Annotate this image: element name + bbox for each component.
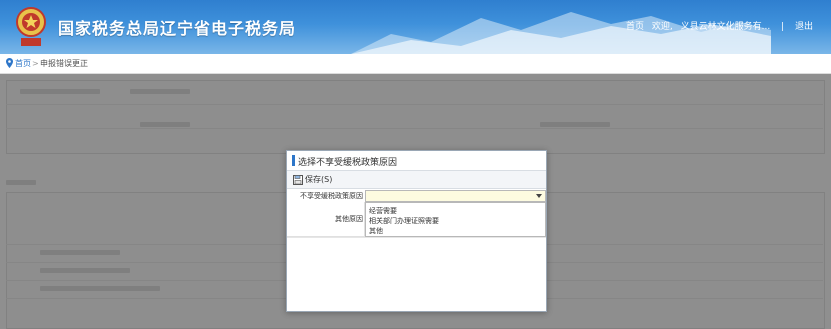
dropdown-option[interactable]: 经营需要 — [369, 206, 397, 216]
dialog-title-bar: 选择不享受缓税政策原因 — [287, 151, 546, 171]
dialog-title: 选择不享受缓税政策原因 — [298, 158, 398, 168]
reason-dropdown-list: 经营需要 相关部门办理证照需要 其他 — [365, 202, 546, 237]
user-name-link[interactable]: 义县云林文化服务有... — [681, 22, 771, 32]
title-accent-bar — [292, 155, 295, 166]
dropdown-option[interactable]: 其他 — [369, 226, 383, 236]
reason-dialog: 选择不享受缓税政策原因 保存(S) 不享受缓税政策原因 其他原因 经营需要 相关… — [286, 150, 547, 312]
breadcrumb-current: 申报错误更正 — [40, 59, 88, 68]
location-pin-icon — [6, 58, 13, 68]
dialog-toolbar: 保存(S) — [287, 171, 546, 189]
reason-select[interactable] — [365, 190, 546, 202]
dropdown-option[interactable]: 相关部门办理证照需要 — [369, 216, 439, 226]
logout-link[interactable]: 退出 — [795, 22, 813, 32]
chevron-down-icon[interactable] — [536, 194, 542, 198]
nav-divider: | — [781, 22, 785, 32]
other-reason-label: 其他原因 — [335, 215, 363, 223]
app-title: 国家税务总局辽宁省电子税务局 — [58, 19, 297, 38]
breadcrumb: 首页 > 申报错误更正 — [0, 54, 831, 74]
breadcrumb-home-link[interactable]: 首页 — [15, 54, 31, 73]
save-icon — [293, 174, 303, 185]
top-nav: 首页 欢迎, 义县云林文化服务有... | 退出 — [621, 19, 813, 32]
top-header: 国家税务总局辽宁省电子税务局 首页 欢迎, 义县云林文化服务有... | 退出 — [0, 0, 831, 54]
save-button[interactable]: 保存(S) — [293, 173, 332, 186]
breadcrumb-separator: > — [32, 59, 39, 68]
welcome-text: 欢迎, — [651, 22, 673, 32]
national-emblem-icon — [16, 7, 46, 46]
form-divider — [287, 237, 546, 238]
reason-label: 不享受缓税政策原因 — [300, 192, 363, 200]
nav-home-link[interactable]: 首页 — [626, 22, 644, 32]
save-button-label: 保存(S) — [305, 175, 333, 184]
